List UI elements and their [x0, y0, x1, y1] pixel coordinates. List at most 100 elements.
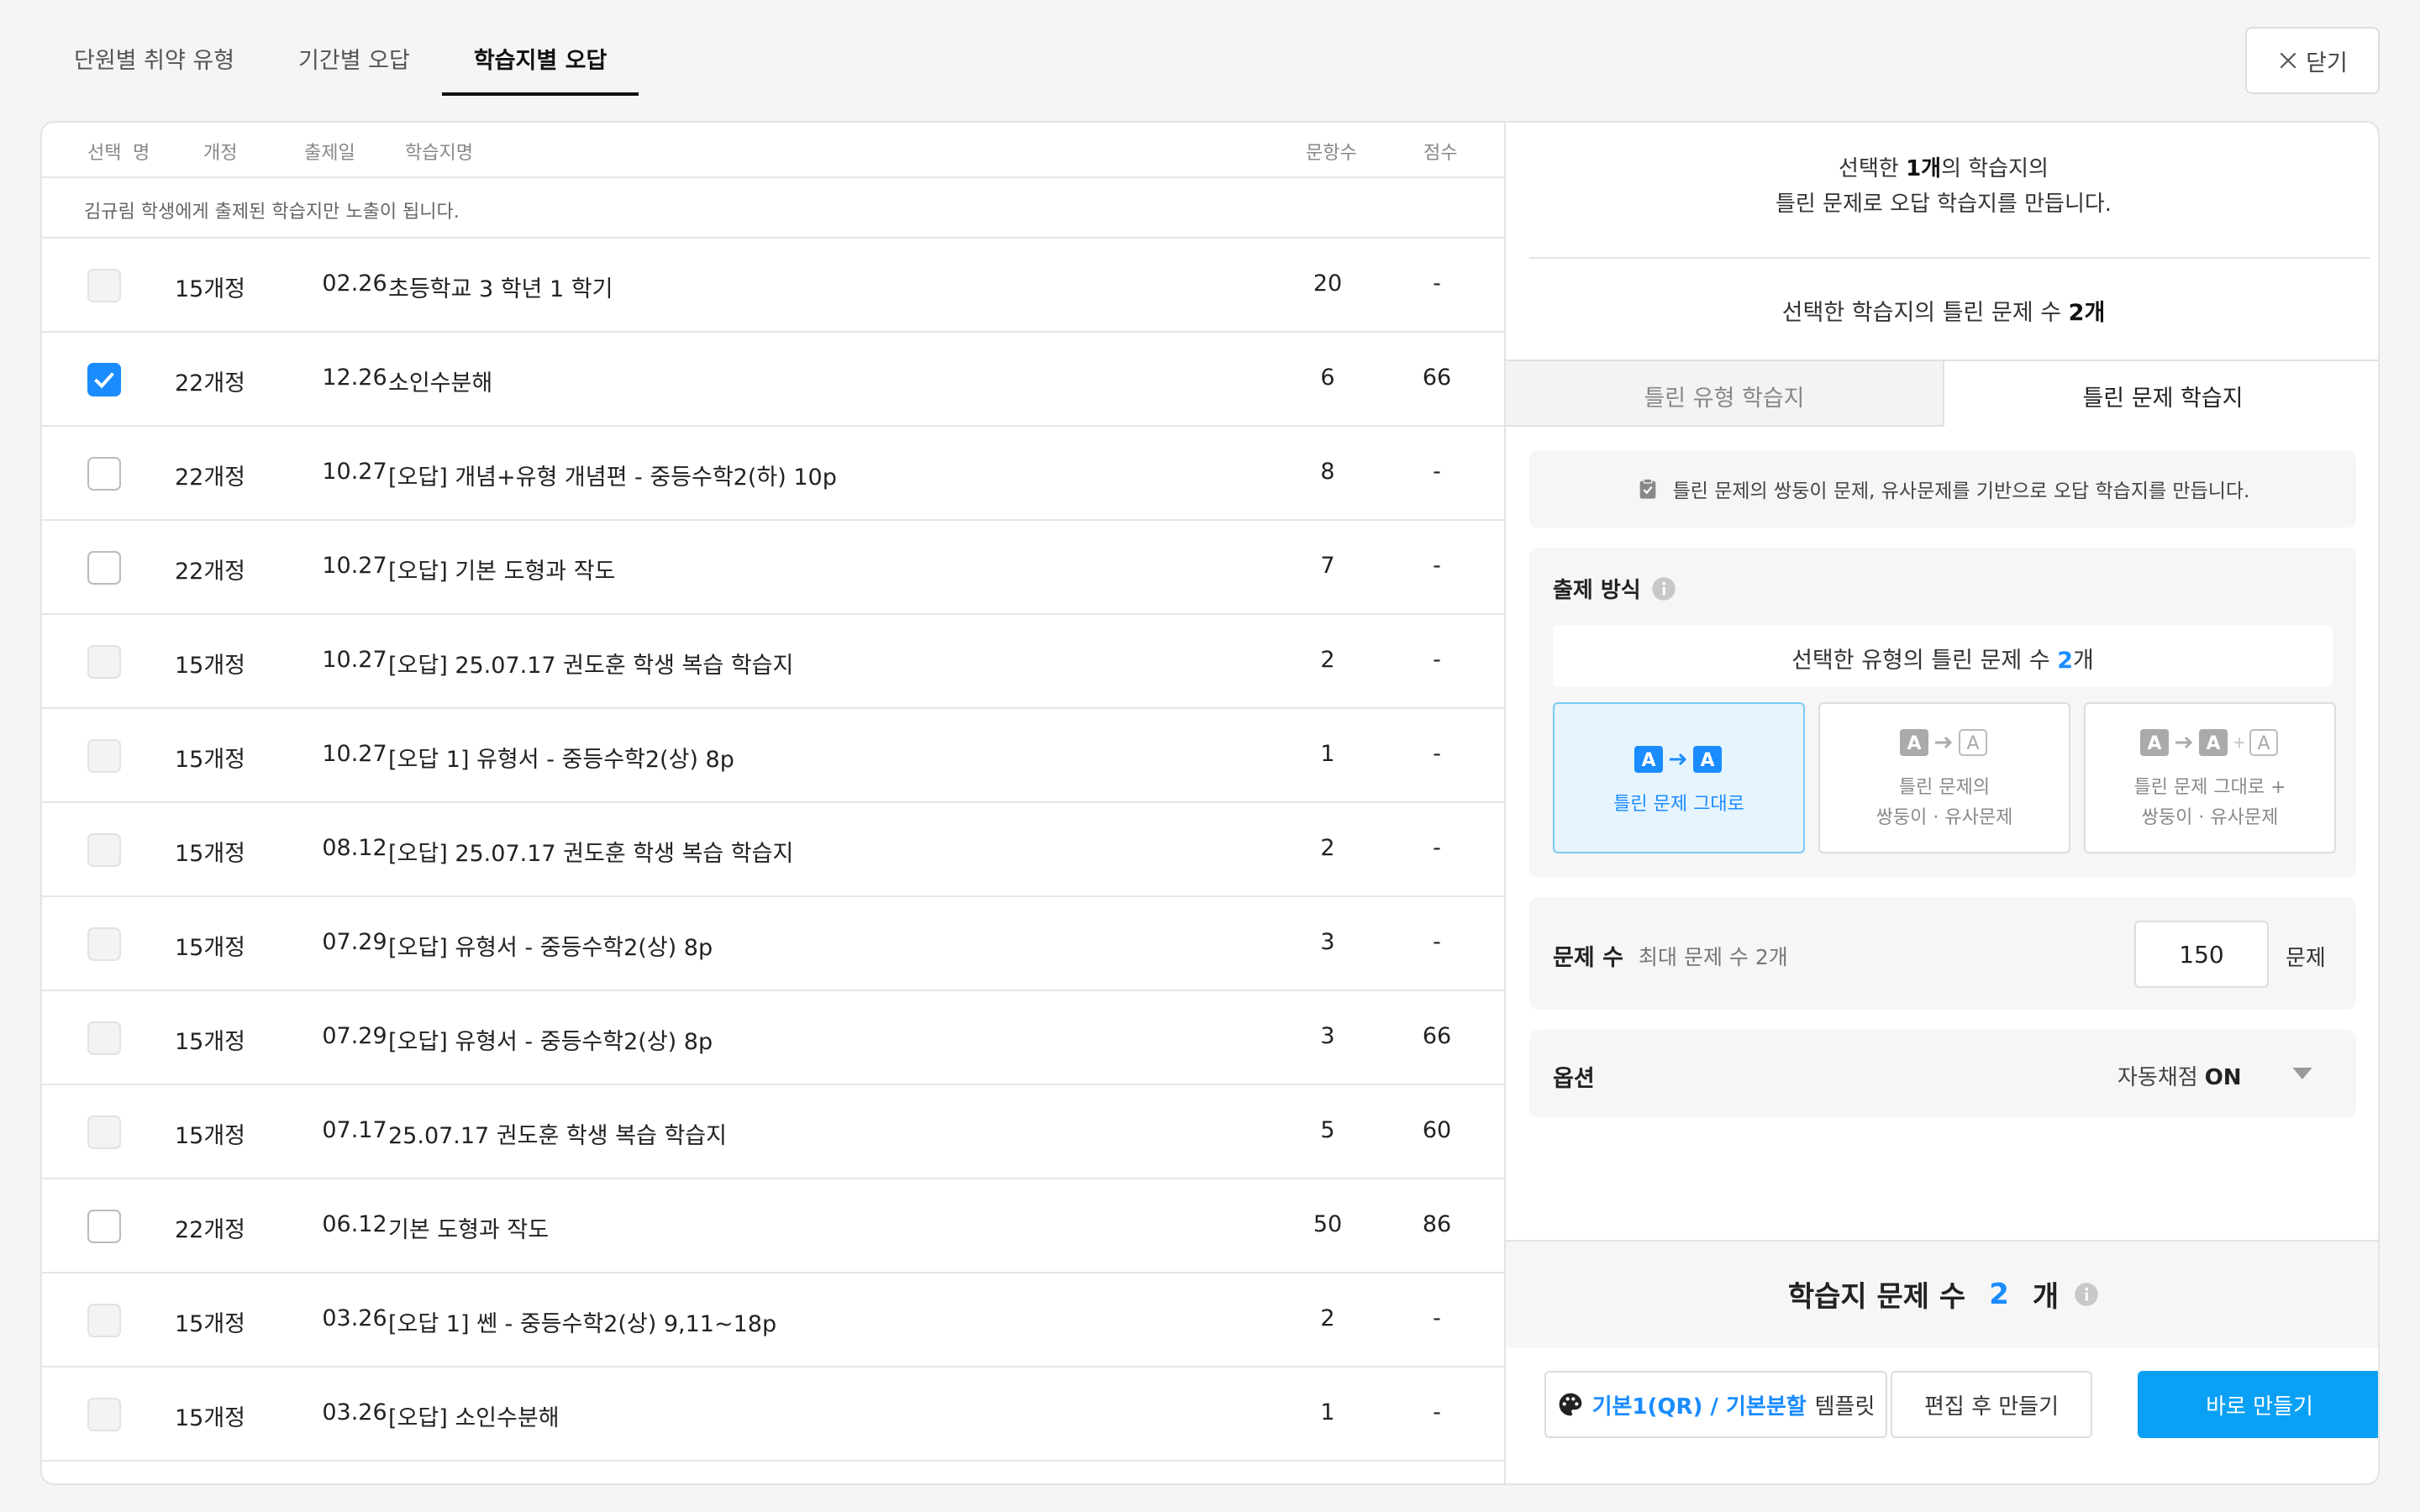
sub-tab-bar: 틀린 유형 학습지 틀린 문제 학습지 — [1506, 360, 2378, 427]
wrong-count-value: 2개 — [2068, 300, 2106, 326]
wrong-count: 선택한 학습지의 틀린 문제 수 2개 — [1506, 294, 2378, 327]
method-section: 출제 방식 선택한 유형의 틀린 문제 수 2개 A A 틀린 문제 그대로 A… — [1529, 548, 2356, 877]
row-revision: 22개정 — [174, 559, 246, 585]
total-value: 2 — [1989, 1277, 2009, 1311]
row-count: 6 — [1320, 365, 1335, 391]
row-revision: 15개정 — [174, 747, 246, 773]
row-title: [오답 1] 유형서 - 중등수학2(상) 8p — [388, 747, 734, 773]
tab-wrong-type-worksheet[interactable]: 틀린 유형 학습지 — [1506, 360, 1944, 427]
auto-grading-state: ON — [2204, 1065, 2242, 1090]
row-title: [오답] 소인수분해 — [388, 1405, 560, 1431]
row-title: 기본 도형과 작도 — [388, 1217, 550, 1243]
header-revision: 개정 — [203, 143, 238, 164]
row-date: 10.27 — [322, 647, 387, 673]
table-row[interactable]: 15개정 10.27 [오답 1] 유형서 - 중등수학2(상) 8p 1 - — [42, 709, 1504, 803]
close-button[interactable]: 닫기 — [2245, 27, 2380, 94]
option-label: 틀린 문제의 — [1898, 777, 1991, 798]
row-date: 03.26 — [322, 1399, 387, 1425]
row-date: 10.27 — [322, 553, 387, 579]
row-checkbox[interactable] — [87, 363, 121, 396]
tab-period-wrong[interactable]: 기간별 오답 — [266, 24, 442, 96]
option-twin-similar[interactable]: A A 틀린 문제의 쌍둥이 · 유사문제 — [1818, 702, 2070, 853]
row-title: [오답] 25.07.17 권도훈 학생 복습 학습지 — [388, 841, 794, 867]
row-checkbox — [87, 833, 121, 867]
option-same-question[interactable]: A A 틀린 문제 그대로 — [1553, 702, 1805, 853]
table-row[interactable]: 22개정 10.27 [오답] 개념+유형 개념편 - 중등수학2(하) 10p 8 - — [42, 427, 1504, 521]
table-row[interactable]: 15개정 03.26 [오답] 소인수분해 1 - — [42, 1368, 1504, 1462]
table-row[interactable]: 22개정 12.26 소인수분해 6 66 — [42, 333, 1504, 427]
row-count: 20 — [1313, 270, 1343, 297]
row-title: [오답] 유형서 - 중등수학2(상) 8p — [388, 935, 713, 961]
row-revision: 15개정 — [174, 935, 246, 961]
row-score: - — [1433, 1399, 1441, 1425]
desc-text: 의 학습지의 — [1941, 156, 2049, 181]
template-suffix: 템플릿 — [1814, 1394, 1876, 1420]
worksheet-table: 선택 명 개정 출제일 학습지명 문항수 점수 김규림 학생에게 출제된 학습지… — [42, 123, 1506, 1483]
info-icon[interactable] — [1651, 576, 1676, 601]
row-score: - — [1433, 553, 1441, 579]
row-title: 소인수분해 — [388, 370, 493, 396]
row-score: 66 — [1422, 365, 1452, 391]
question-count-input[interactable] — [2134, 921, 2269, 988]
header-name: 명 — [133, 143, 150, 164]
table-body: 15개정 02.26 초등학교 3 학년 1 학기 20 - 22개정 12.26 소인수분해… — [42, 239, 1504, 1462]
info-icon[interactable] — [2074, 1282, 2099, 1307]
row-score: - — [1433, 835, 1441, 861]
question-count-label: 문제 수 — [1553, 945, 1623, 971]
template-name: 기본1(QR) / 기본분할 — [1591, 1394, 1807, 1420]
option-same-plus-twin[interactable]: A A A 틀린 문제 그대로 + 쌍둥이 · 유사문제 — [2084, 702, 2336, 853]
method-count: 선택한 유형의 틀린 문제 수 2개 — [1553, 625, 2333, 687]
row-checkbox[interactable] — [87, 1210, 121, 1243]
row-count: 3 — [1320, 929, 1335, 955]
row-revision: 15개정 — [174, 841, 246, 867]
row-revision: 22개정 — [174, 370, 246, 396]
tab-worksheet-wrong[interactable]: 학습지별 오답 — [441, 24, 639, 96]
table-row[interactable]: 15개정 10.27 [오답] 25.07.17 권도훈 학생 복습 학습지 2 - — [42, 615, 1504, 709]
table-row[interactable]: 15개정 03.26 [오답 1] 쎈 - 중등수학2(상) 9,11~18p 2 - — [42, 1273, 1504, 1368]
total-unit: 개 — [2032, 1280, 2060, 1314]
row-count: 3 — [1320, 1023, 1335, 1049]
close-label: 닫기 — [2306, 50, 2348, 76]
table-row[interactable]: 22개정 06.12 기본 도형과 작도 50 86 — [42, 1179, 1504, 1273]
row-score: 60 — [1422, 1117, 1452, 1143]
option-label: 쌍둥이 · 유사문제 — [1876, 807, 2013, 828]
row-date: 07.17 — [322, 1117, 387, 1143]
table-notice: 김규림 학생에게 출제된 학습지만 노출이 됩니다. — [42, 178, 1504, 239]
template-button[interactable]: 기본1(QR) / 기본분할 템플릿 — [1544, 1371, 1887, 1438]
row-date: 06.12 — [322, 1211, 387, 1237]
options-dropdown[interactable]: 옵션 자동채점 ON — [1529, 1030, 2356, 1117]
row-revision: 22개정 — [174, 1217, 246, 1243]
desc-text: 선택한 — [1839, 156, 1907, 181]
row-date: 10.27 — [322, 459, 387, 485]
table-row[interactable]: 22개정 10.27 [오답] 기본 도형과 작도 7 - — [42, 521, 1504, 615]
table-row[interactable]: 15개정 08.12 [오답] 25.07.17 권도훈 학생 복습 학습지 2 - — [42, 803, 1504, 897]
row-count: 2 — [1320, 835, 1335, 861]
create-now-button[interactable]: 바로 만들기 — [2138, 1371, 2378, 1438]
desc-count: 1개 — [1906, 156, 1942, 181]
row-revision: 15개정 — [174, 1029, 246, 1055]
row-count: 8 — [1320, 459, 1335, 485]
row-checkbox[interactable] — [87, 551, 121, 585]
tab-wrong-question-worksheet[interactable]: 틀린 문제 학습지 — [1944, 360, 2378, 427]
tab-unit-weak-type[interactable]: 단원별 취약 유형 — [42, 24, 266, 96]
row-revision: 15개정 — [174, 1311, 246, 1337]
svg-text:A: A — [1700, 750, 1714, 771]
row-checkbox[interactable] — [87, 457, 121, 491]
edit-then-create-button[interactable]: 편집 후 만들기 — [1891, 1371, 2092, 1438]
row-count: 5 — [1320, 1117, 1335, 1143]
wrong-count-label: 선택한 학습지의 틀린 문제 수 — [1781, 300, 2069, 326]
row-title: [오답] 25.07.17 권도훈 학생 복습 학습지 — [388, 653, 794, 679]
selection-description: 선택한 1개의 학습지의 틀린 문제로 오답 학습지를 만듭니다. — [1506, 151, 2378, 222]
row-checkbox — [87, 645, 121, 679]
table-row[interactable]: 15개정 07.29 [오답] 유형서 - 중등수학2(상) 8p 3 - — [42, 897, 1504, 991]
footer: 학습지 문제 수 2 개 기본1(QR) / 기본분할 템플릿 편집 후 만들기… — [1506, 1240, 2378, 1483]
row-checkbox — [87, 1398, 121, 1431]
table-row[interactable]: 15개정 07.17 25.07.17 권도훈 학생 복습 학습지 5 60 — [42, 1085, 1504, 1179]
info-text: 틀린 문제의 쌍둥이 문제, 유사문제를 기반으로 오답 학습지를 만듭니다. — [1672, 480, 2250, 502]
table-row[interactable]: 15개정 02.26 초등학교 3 학년 1 학기 20 - — [42, 239, 1504, 333]
row-score: - — [1433, 1305, 1441, 1331]
option-label: 쌍둥이 · 유사문제 — [2141, 807, 2279, 828]
header-select: 선택 — [87, 143, 122, 164]
table-row[interactable]: 15개정 07.29 [오답] 유형서 - 중등수학2(상) 8p 3 66 — [42, 991, 1504, 1085]
row-count: 2 — [1320, 1305, 1335, 1331]
